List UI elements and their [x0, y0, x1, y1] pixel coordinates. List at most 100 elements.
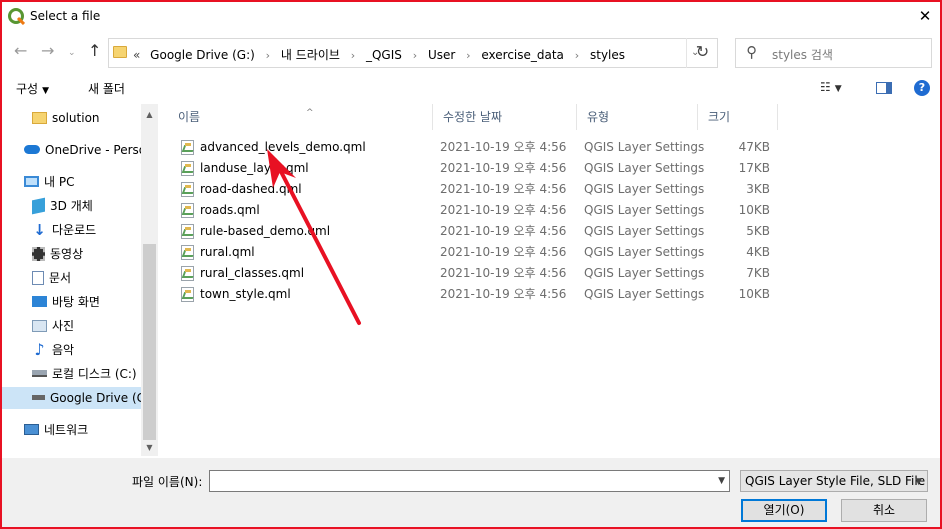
chevron-down-icon[interactable]: ▼: [718, 473, 725, 489]
table-row[interactable]: road-dashed.qml 2021-10-19 오후 4:56 QGIS …: [174, 179, 774, 200]
sidebar-item-google-drive[interactable]: Google Drive (G: [2, 387, 146, 409]
file-name: rural_classes.qml: [200, 266, 305, 280]
file-modified: 2021-10-19 오후 4:56: [440, 161, 567, 175]
file-type: QGIS Layer Settings: [584, 245, 705, 259]
file-type: QGIS Layer Settings: [584, 203, 705, 217]
forward-arrow-icon[interactable]: →: [41, 42, 54, 60]
chevron-right-icon[interactable]: ›: [413, 49, 417, 62]
preview-pane-icon[interactable]: [876, 82, 892, 94]
sidebar-item-3d-objects[interactable]: 3D 개체: [32, 195, 141, 217]
file-list: 이름 ^ 수정한 날짜 유형 크기 advanced_levels_demo.q…: [160, 104, 940, 456]
sidebar-item-documents[interactable]: 문서: [32, 267, 141, 289]
column-header-name[interactable]: 이름 ^: [168, 104, 433, 130]
sidebar-scrollbar[interactable]: ▲ ▼: [141, 104, 158, 456]
breadcrumb-styles[interactable]: styles: [590, 48, 625, 62]
drive-icon: [32, 370, 47, 377]
sidebar-item-local-disk[interactable]: 로컬 디스크 (C:): [32, 363, 141, 385]
column-header-modified[interactable]: 수정한 날짜: [433, 104, 577, 130]
address-bar[interactable]: « Google Drive (G:) › 내 드라이브 › _QGIS › U…: [108, 38, 718, 68]
file-modified: 2021-10-19 오후 4:56: [440, 266, 567, 280]
video-icon: [32, 246, 45, 261]
breadcrumb-exercise-data[interactable]: exercise_data: [481, 48, 564, 62]
table-row[interactable]: landuse_layer.qml 2021-10-19 오후 4:56 QGI…: [174, 158, 774, 179]
music-icon: ♪: [34, 339, 45, 359]
organize-button[interactable]: 구성 ▼: [16, 80, 49, 97]
pictures-icon: [32, 319, 47, 332]
column-header-type[interactable]: 유형: [577, 104, 698, 130]
up-arrow-icon[interactable]: ↑: [88, 42, 101, 60]
scroll-down-arrow-icon[interactable]: ▼: [141, 439, 158, 456]
network-icon: [24, 424, 39, 435]
window-title: Select a file: [30, 9, 101, 23]
file-type-select[interactable]: QGIS Layer Style File, SLD File ▼: [740, 470, 928, 492]
close-icon[interactable]: ✕: [910, 2, 940, 32]
computer-icon: [24, 176, 39, 187]
qml-file-icon: [181, 266, 194, 281]
breadcrumb-qgis[interactable]: _QGIS: [366, 48, 402, 62]
sidebar-item-solution[interactable]: solution: [32, 107, 141, 129]
column-header-size[interactable]: 크기: [698, 104, 778, 130]
file-name: roads.qml: [200, 203, 260, 217]
chevron-right-icon[interactable]: ›: [266, 49, 270, 62]
file-type-selected: QGIS Layer Style File, SLD File: [745, 474, 926, 488]
search-icon: ⚲: [746, 43, 757, 61]
breadcrumb-my-drive[interactable]: 내 드라이브: [281, 48, 340, 62]
file-type: QGIS Layer Settings: [584, 266, 705, 280]
table-row[interactable]: rural.qml 2021-10-19 오후 4:56 QGIS Layer …: [174, 242, 774, 263]
qml-file-icon: [181, 140, 194, 155]
file-name: rule-based_demo.qml: [200, 224, 331, 238]
qml-file-icon: [181, 203, 194, 218]
table-row[interactable]: rural_classes.qml 2021-10-19 오후 4:56 QGI…: [174, 263, 774, 284]
view-options-button[interactable]: ☷ ▼: [820, 80, 842, 94]
help-icon[interactable]: ?: [914, 80, 930, 96]
view-list-icon: ☷: [820, 80, 831, 94]
file-modified: 2021-10-19 오후 4:56: [440, 287, 567, 301]
toolbar: 구성 ▼ 새 폴더 ☷ ▼ ?: [2, 72, 940, 102]
breadcrumb-overflow[interactable]: «: [133, 48, 140, 62]
scroll-up-arrow-icon[interactable]: ▲: [141, 106, 158, 123]
sidebar-item-network[interactable]: 네트워크: [24, 419, 141, 441]
file-dialog: Select a file ✕ ← → ⌄ ↑ « Google Drive (…: [0, 0, 942, 529]
file-type: QGIS Layer Settings: [584, 224, 705, 238]
recent-locations-chevron-icon[interactable]: ⌄: [68, 44, 76, 62]
sidebar-item-downloads[interactable]: ↓ 다운로드: [32, 219, 141, 241]
file-name: advanced_levels_demo.qml: [200, 140, 366, 154]
breadcrumb: « Google Drive (G:) › 내 드라이브 › _QGIS › U…: [133, 46, 625, 63]
breadcrumb-user[interactable]: User: [428, 48, 455, 62]
sidebar-item-this-pc[interactable]: 내 PC: [24, 171, 141, 193]
cancel-button[interactable]: 취소: [841, 499, 927, 522]
new-folder-button[interactable]: 새 폴더: [88, 80, 125, 97]
table-row[interactable]: roads.qml 2021-10-19 오후 4:56 QGIS Layer …: [174, 200, 774, 221]
sidebar-item-pictures[interactable]: 사진: [32, 315, 141, 337]
chevron-right-icon[interactable]: ›: [351, 49, 355, 62]
sidebar-item-desktop[interactable]: 바탕 화면: [32, 291, 141, 313]
back-arrow-icon[interactable]: ←: [14, 42, 27, 60]
drive-icon: [32, 395, 45, 400]
breadcrumb-google-drive[interactable]: Google Drive (G:): [150, 48, 255, 62]
sidebar-item-label: 네트워크: [44, 423, 89, 437]
chevron-right-icon[interactable]: ›: [466, 49, 470, 62]
organize-label: 구성: [16, 82, 39, 96]
file-modified: 2021-10-19 오후 4:56: [440, 182, 567, 196]
open-button[interactable]: 열기(O): [741, 499, 827, 522]
sidebar-item-videos[interactable]: 동영상: [32, 243, 141, 265]
file-modified: 2021-10-19 오후 4:56: [440, 203, 567, 217]
sidebar-item-label: OneDrive - Person: [45, 143, 154, 157]
search-box[interactable]: ⚲ styles 검색: [735, 38, 932, 68]
filename-input[interactable]: ▼: [209, 470, 730, 492]
table-row[interactable]: rule-based_demo.qml 2021-10-19 오후 4:56 Q…: [174, 221, 774, 242]
refresh-icon[interactable]: ↻: [686, 38, 718, 68]
filename-label: 파일 이름(N):: [132, 475, 203, 489]
sidebar-item-label: 사진: [52, 319, 75, 333]
file-modified: 2021-10-19 오후 4:56: [440, 140, 567, 154]
sidebar-item-onedrive[interactable]: OneDrive - Person: [24, 139, 154, 161]
file-name: town_style.qml: [200, 287, 291, 301]
table-row[interactable]: advanced_levels_demo.qml 2021-10-19 오후 4…: [174, 137, 774, 158]
document-icon: [32, 270, 44, 285]
table-row[interactable]: town_style.qml 2021-10-19 오후 4:56 QGIS L…: [174, 284, 774, 305]
chevron-right-icon[interactable]: ›: [575, 49, 579, 62]
sidebar-item-music[interactable]: ♪ 음악: [32, 339, 141, 361]
scrollbar-thumb[interactable]: [143, 244, 156, 440]
desktop-icon: [32, 296, 47, 307]
file-modified: 2021-10-19 오후 4:56: [440, 224, 567, 238]
